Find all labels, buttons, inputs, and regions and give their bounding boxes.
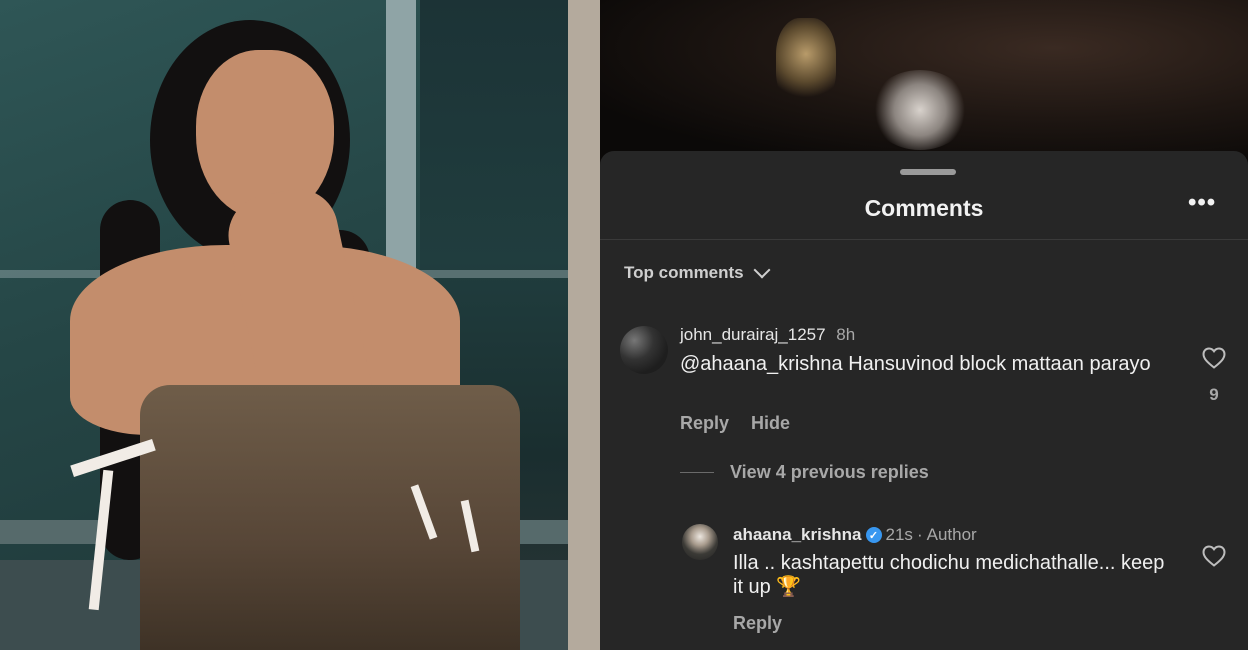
avatar[interactable] bbox=[682, 524, 718, 560]
reply-button[interactable]: Reply bbox=[680, 413, 729, 434]
comment-time: 8h bbox=[836, 325, 856, 344]
meta-separator: · bbox=[916, 525, 923, 544]
earring bbox=[776, 18, 836, 108]
sort-label: Top comments bbox=[624, 263, 744, 282]
reply-time: 21s bbox=[885, 525, 913, 544]
author-label: Author bbox=[926, 525, 977, 544]
lace-detail bbox=[870, 70, 970, 150]
view-previous-replies-button[interactable]: View 4 previous replies bbox=[730, 462, 929, 483]
comment-text: @ahaana_krishna Hansuvinod block mattaan… bbox=[680, 353, 1151, 375]
comments-sheet: Comments ••• Top comments john_durairaj_… bbox=[600, 151, 1248, 650]
hide-button[interactable]: Hide bbox=[751, 413, 790, 434]
collage-separator bbox=[568, 0, 600, 650]
drag-handle[interactable] bbox=[900, 169, 956, 175]
sheet-title: Comments bbox=[864, 195, 984, 221]
chevron-down-icon bbox=[753, 261, 771, 279]
header-divider bbox=[600, 239, 1248, 240]
avatar[interactable] bbox=[620, 326, 668, 374]
reply-username[interactable]: ahaana_krishna bbox=[733, 525, 862, 545]
more-options-button[interactable]: ••• bbox=[1188, 189, 1216, 217]
comment-username[interactable]: john_durairaj_1257 bbox=[680, 325, 826, 344]
sort-dropdown[interactable]: Top comments bbox=[624, 261, 771, 283]
heart-icon[interactable] bbox=[1202, 545, 1226, 567]
reply-meta: ahaana_krishna ✓ 21s · Author bbox=[733, 525, 977, 545]
verified-badge-icon: ✓ bbox=[865, 527, 882, 543]
window-frame bbox=[386, 0, 416, 270]
dress bbox=[140, 385, 520, 650]
replies-line bbox=[680, 472, 714, 473]
comment-meta: john_durairaj_1257 8h bbox=[680, 325, 855, 345]
reply-text: Illa .. kashtapettu chodichu medichathal… bbox=[733, 552, 1165, 598]
reply-button[interactable]: Reply bbox=[733, 613, 782, 634]
heart-icon[interactable] bbox=[1202, 347, 1226, 369]
comments-screenshot: Comments ••• Top comments john_durairaj_… bbox=[600, 0, 1248, 650]
like-count: 9 bbox=[1209, 385, 1219, 404]
portrait-photo bbox=[0, 0, 568, 650]
comment-actions: Reply Hide bbox=[680, 413, 790, 434]
